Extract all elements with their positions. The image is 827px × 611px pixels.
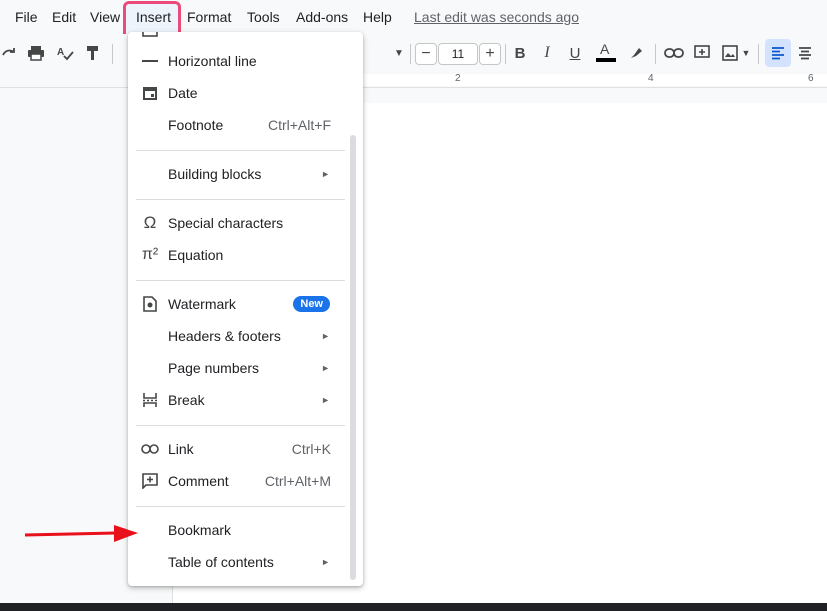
- spellcheck-icon[interactable]: A: [55, 34, 75, 72]
- svg-text:A: A: [57, 47, 64, 58]
- toolbar-divider: [410, 44, 411, 64]
- print-icon[interactable]: [26, 34, 46, 72]
- insert-image-icon[interactable]: [720, 34, 740, 72]
- menu-item-bookmark[interactable]: Bookmark: [128, 514, 363, 546]
- text-color-icon[interactable]: A: [594, 34, 618, 72]
- menu-divider: [136, 506, 345, 507]
- menu-help[interactable]: Help: [363, 9, 392, 25]
- menu-tools[interactable]: Tools: [247, 9, 280, 25]
- font-size-input[interactable]: 11: [438, 43, 478, 65]
- menu-insert[interactable]: Insert: [136, 9, 171, 25]
- menu-divider: [136, 425, 345, 426]
- menu-item-label: Horizontal line: [168, 53, 257, 69]
- ruler: 2 4 6: [0, 72, 827, 88]
- menu-item-label: Page numbers: [168, 360, 260, 376]
- last-edit-link[interactable]: Last edit was seconds ago: [414, 9, 579, 25]
- red-arrow-annotation: [24, 525, 138, 542]
- taskbar-strip: [0, 603, 827, 611]
- watermark-icon: [140, 294, 160, 314]
- menu-item-label: Watermark: [168, 296, 236, 312]
- menu-item-label: Footnote: [168, 117, 224, 133]
- omega-icon: Ω: [143, 213, 157, 232]
- link-icon: [140, 439, 160, 459]
- underline-icon[interactable]: U: [566, 34, 584, 72]
- insert-link-icon[interactable]: [663, 34, 685, 72]
- menu-item-label: Date: [168, 85, 198, 101]
- ruler-tick-label: 4: [648, 73, 654, 84]
- menu-item-label: Break: [168, 392, 205, 408]
- menu-item-comment[interactable]: Comment Ctrl+Alt+M: [128, 465, 363, 497]
- menu-item-label: Special characters: [168, 215, 284, 231]
- submenu-arrow-icon: ►: [321, 395, 330, 405]
- menu-item-watermark[interactable]: Watermark New: [128, 288, 363, 320]
- comment-icon: [140, 471, 160, 491]
- font-size-increase-button[interactable]: +: [479, 43, 501, 65]
- menu-item-break[interactable]: Break ►: [128, 384, 363, 416]
- font-size-decrease-button[interactable]: −: [415, 43, 437, 65]
- menu-bar: File Edit View Insert Format Tools Add-o…: [0, 0, 827, 41]
- menu-item-link[interactable]: Link Ctrl+K: [128, 433, 363, 465]
- ruler-tick-label: 6: [808, 73, 814, 84]
- highlight-color-icon[interactable]: [626, 34, 646, 72]
- toolbar-divider: [505, 44, 506, 64]
- menu-item-footnote[interactable]: Footnote Ctrl+Alt+F: [128, 109, 363, 141]
- horizontal-line-icon: [140, 51, 160, 71]
- paint-format-icon[interactable]: [84, 34, 102, 72]
- menu-item-label: Equation: [168, 247, 224, 263]
- toolbar-divider: [758, 44, 759, 64]
- add-comment-icon[interactable]: [692, 34, 712, 72]
- menu-item-label: Building blocks: [168, 166, 262, 182]
- bold-icon[interactable]: B: [511, 34, 529, 72]
- font-dropdown-arrow-icon[interactable]: ▼: [393, 34, 405, 72]
- menu-item-special-characters[interactable]: Ω Special characters: [128, 207, 363, 239]
- menu-item-shortcut: Ctrl+Alt+F: [267, 117, 331, 133]
- menu-format[interactable]: Format: [187, 9, 231, 25]
- menu-item-label: Link: [168, 441, 194, 457]
- submenu-arrow-icon: ►: [321, 169, 330, 179]
- submenu-arrow-icon: ►: [321, 363, 330, 373]
- ruler-tick-label: 2: [455, 73, 461, 84]
- menu-divider: [136, 280, 345, 281]
- menu-item-table-of-contents[interactable]: Table of contents ►: [128, 546, 363, 578]
- menu-item-equation[interactable]: π² Equation: [128, 239, 363, 271]
- redo-icon[interactable]: [0, 34, 18, 72]
- submenu-arrow-icon: ►: [321, 557, 330, 567]
- menu-edit[interactable]: Edit: [52, 9, 76, 25]
- menu-add-ons[interactable]: Add-ons: [296, 9, 348, 25]
- toolbar-divider: [112, 44, 113, 64]
- svg-text:A: A: [600, 41, 610, 57]
- chart-icon: [140, 32, 160, 38]
- image-dropdown-arrow-icon[interactable]: ▼: [740, 34, 752, 72]
- menu-item-label: Bookmark: [168, 522, 232, 538]
- align-left-icon[interactable]: [769, 34, 787, 72]
- menu-item-page-numbers[interactable]: Page numbers ►: [128, 352, 363, 384]
- menu-item-label: Headers & footers: [168, 328, 281, 344]
- toolbar-divider: [655, 44, 656, 64]
- submenu-arrow-icon: ►: [321, 331, 330, 341]
- menu-file[interactable]: File: [15, 9, 38, 25]
- calendar-icon: [140, 83, 160, 103]
- menu-item-date[interactable]: Date: [128, 77, 363, 109]
- align-center-icon[interactable]: [796, 34, 814, 72]
- menu-item-shortcut: Ctrl+Alt+M: [264, 473, 331, 489]
- italic-icon[interactable]: I: [538, 34, 556, 72]
- menu-item-shortcut: Ctrl+K: [291, 441, 331, 457]
- menu-item-horizontal-line[interactable]: Horizontal line: [128, 45, 363, 77]
- break-icon: [140, 390, 160, 410]
- insert-menu: Horizontal line Date Footnote Ctrl+Alt+F…: [128, 32, 363, 586]
- menu-scrollbar[interactable]: [350, 135, 356, 580]
- menu-view[interactable]: View: [90, 9, 120, 25]
- menu-divider: [136, 150, 345, 151]
- menu-item-label: Table of contents: [168, 554, 274, 570]
- new-badge: New: [293, 296, 330, 312]
- menu-item-headers-footers[interactable]: Headers & footers ►: [128, 320, 363, 352]
- menu-divider: [136, 199, 345, 200]
- menu-item-label: Comment: [168, 473, 229, 489]
- toolbar: A ▼ − 11 + B I U A ▼: [0, 34, 827, 72]
- menu-item-building-blocks[interactable]: Building blocks ►: [128, 158, 363, 190]
- pi-icon: π²: [141, 246, 159, 263]
